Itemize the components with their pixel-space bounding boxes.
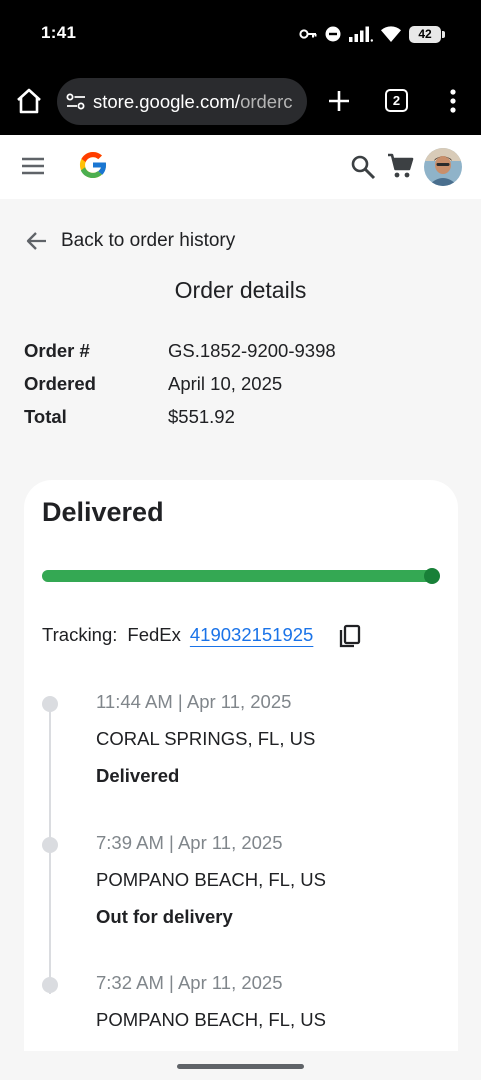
tracking-number-link[interactable]: 419032151925 bbox=[190, 624, 313, 646]
delivery-progress-fill bbox=[42, 570, 432, 582]
do-not-disturb-icon bbox=[325, 26, 341, 42]
event-time: 7:32 AM | Apr 11, 2025 bbox=[96, 972, 283, 993]
order-total-label: Total bbox=[24, 406, 67, 427]
url-faded: orderc bbox=[240, 90, 293, 112]
google-logo[interactable] bbox=[76, 148, 110, 187]
url-text: store.google.com/orderc bbox=[93, 91, 293, 113]
address-bar[interactable]: store.google.com/orderc bbox=[57, 78, 307, 125]
tracking-label: Tracking: bbox=[42, 624, 118, 645]
order-date-value: April 10, 2025 bbox=[168, 373, 283, 394]
vpn-key-icon bbox=[299, 28, 317, 40]
back-label: Back to order history bbox=[61, 230, 236, 251]
more-menu-icon[interactable] bbox=[443, 86, 463, 116]
shipment-card: Delivered Tracking: FedEx 419032151925 1… bbox=[24, 480, 458, 1080]
status-time: 1:41 bbox=[41, 23, 77, 42]
copy-icon[interactable] bbox=[337, 622, 363, 648]
battery-icon: 42 bbox=[409, 25, 445, 43]
status-bar: 1:41 42 bbox=[0, 0, 481, 68]
home-icon[interactable] bbox=[14, 87, 44, 115]
cart-icon[interactable] bbox=[387, 152, 415, 180]
page-title: Order details bbox=[174, 277, 307, 303]
new-tab-icon[interactable] bbox=[324, 86, 354, 116]
event-time: 7:39 AM | Apr 11, 2025 bbox=[96, 832, 283, 853]
tab-count: 2 bbox=[392, 93, 401, 108]
event-location: POMPANO BEACH, FL, US bbox=[96, 1009, 326, 1030]
timeline-dot bbox=[42, 837, 58, 853]
timeline-dot bbox=[42, 696, 58, 712]
event-status: Delivered bbox=[96, 765, 180, 786]
store-header bbox=[0, 135, 481, 199]
status-icons: 42 bbox=[299, 23, 445, 45]
shipment-status: Delivered bbox=[42, 497, 164, 527]
delivery-progress-bar bbox=[42, 570, 432, 582]
event-location: CORAL SPRINGS, FL, US bbox=[96, 728, 316, 749]
timeline-dot bbox=[42, 977, 58, 993]
url-main: store.google.com/ bbox=[93, 90, 241, 112]
hamburger-menu-icon[interactable] bbox=[21, 156, 45, 176]
avatar[interactable] bbox=[424, 148, 462, 186]
event-status: Out for delivery bbox=[96, 906, 233, 927]
tracking-carrier: FedEx bbox=[127, 624, 181, 645]
browser-toolbar: store.google.com/orderc 2 bbox=[0, 68, 481, 135]
tabs-icon[interactable]: 2 bbox=[385, 89, 408, 112]
order-number-value: GS.1852-9200-9398 bbox=[168, 340, 336, 361]
order-date-label: Ordered bbox=[24, 373, 96, 394]
event-time: 11:44 AM | Apr 11, 2025 bbox=[96, 691, 292, 712]
delivery-progress-end-dot bbox=[424, 568, 440, 584]
battery-level: 42 bbox=[418, 27, 432, 41]
site-settings-icon[interactable] bbox=[65, 91, 87, 113]
signal-icon bbox=[349, 26, 373, 42]
wifi-icon bbox=[381, 26, 401, 42]
tracking-row: Tracking: FedEx 419032151925 bbox=[42, 621, 363, 649]
home-indicator[interactable] bbox=[177, 1064, 304, 1069]
event-location: POMPANO BEACH, FL, US bbox=[96, 869, 326, 890]
order-number-label: Order # bbox=[24, 340, 90, 361]
order-total-value: $551.92 bbox=[168, 406, 235, 427]
search-icon[interactable] bbox=[350, 154, 376, 180]
arrow-back-icon bbox=[26, 232, 46, 250]
back-to-order-history-link[interactable]: Back to order history bbox=[24, 226, 235, 256]
